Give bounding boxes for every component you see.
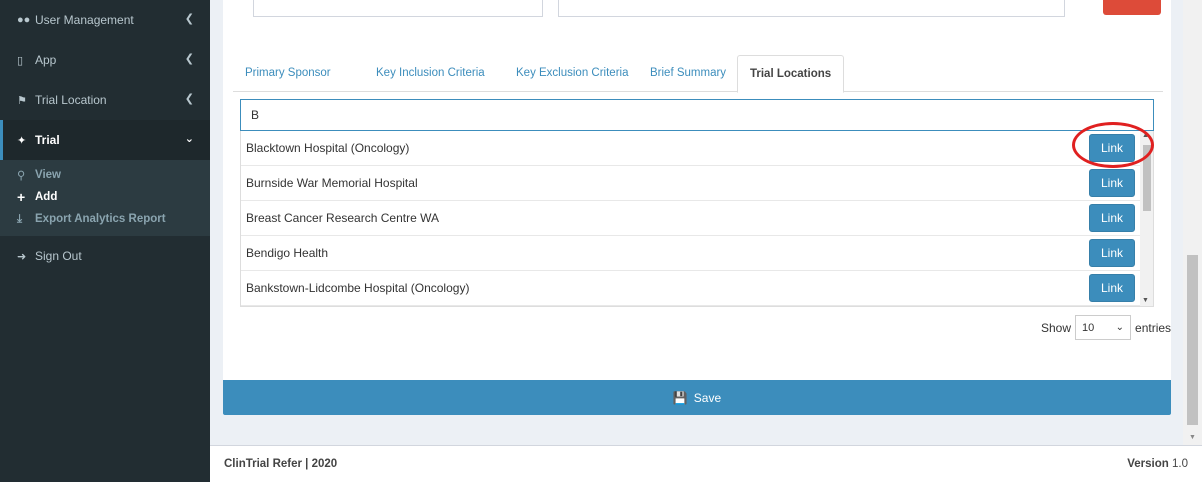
location-name: Breast Cancer Research Centre WA xyxy=(246,211,439,225)
mobile-icon: ▯ xyxy=(17,54,24,67)
link-button[interactable]: Link xyxy=(1089,204,1135,232)
save-label: Save xyxy=(693,390,722,405)
submenu-item-add[interactable]: + Add xyxy=(0,186,210,208)
scroll-up-icon[interactable]: ▲ xyxy=(1142,132,1149,139)
sidebar-item-user-management[interactable]: ●● User Management ❮ xyxy=(0,0,210,40)
tab-trial-locations[interactable]: Trial Locations xyxy=(737,55,845,93)
submenu-item-label: Add xyxy=(35,191,58,203)
download-icon: ⤓ xyxy=(17,212,23,225)
save-icon: 💾 xyxy=(672,390,688,405)
tab-key-inclusion-criteria[interactable]: Key Inclusion Criteria xyxy=(364,55,497,92)
chevron-left-icon: ❮ xyxy=(184,93,194,105)
entries-label: entries xyxy=(1135,320,1172,335)
list-item: Blacktown Hospital (Oncology) Link xyxy=(241,131,1153,166)
sidebar-item-app[interactable]: ▯ App ❮ xyxy=(0,40,210,80)
sign-out-icon: ➜ xyxy=(17,250,27,263)
submenu-item-label: Export Analytics Report xyxy=(35,213,166,225)
link-button[interactable]: Link xyxy=(1089,169,1135,197)
sidebar-item-label: Trial xyxy=(35,133,60,147)
chevron-down-icon: ⌄ xyxy=(184,133,194,145)
link-button[interactable]: Link xyxy=(1089,239,1135,267)
scroll-down-icon[interactable]: ▼ xyxy=(1142,297,1149,304)
list-item: Bankstown-Lidcombe Hospital (Oncology) L… xyxy=(241,271,1153,306)
version-label: Version xyxy=(1127,458,1169,470)
chevron-down-icon: ⌄ xyxy=(1115,322,1125,333)
sidebar-item-sign-out[interactable]: ➜ Sign Out xyxy=(0,236,210,276)
page-scroll-thumb[interactable] xyxy=(1187,255,1198,425)
link-button[interactable]: Link xyxy=(1089,134,1135,162)
entries-control: Show 10 ⌄ entries xyxy=(1041,315,1171,340)
chevron-left-icon: ❮ xyxy=(184,13,194,25)
trial-form-box: Primary Sponsor Key Inclusion Criteria K… xyxy=(223,0,1171,415)
submenu-item-label: View xyxy=(35,169,61,181)
version-info: Version 1.0 xyxy=(1127,458,1188,470)
list-item: Bendigo Health Link xyxy=(241,236,1153,271)
plus-icon: + xyxy=(17,189,26,205)
version-number: 1.0 xyxy=(1172,458,1188,470)
location-search-input[interactable] xyxy=(240,99,1154,131)
location-name: Bendigo Health xyxy=(246,246,329,260)
footer-copyright: ClinTrial Refer | 2020 xyxy=(224,458,338,470)
sidebar-item-label: User Management xyxy=(35,13,134,27)
tab-key-exclusion-criteria[interactable]: Key Exclusion Criteria xyxy=(504,55,640,92)
location-name: Bankstown-Lidcombe Hospital (Oncology) xyxy=(246,281,470,295)
tab-primary-sponsor[interactable]: Primary Sponsor xyxy=(233,55,343,92)
location-name: Burnside War Memorial Hospital xyxy=(246,176,418,190)
chevron-left-icon: ❮ xyxy=(184,53,194,65)
trial-submenu: ⚲ View + Add ⤓ Export Analytics Report xyxy=(0,160,210,236)
top-input-left[interactable] xyxy=(253,0,543,17)
location-name: Blacktown Hospital (Oncology) xyxy=(246,141,410,155)
sidebar-item-trial[interactable]: ✦ Trial ⌄ xyxy=(0,120,210,160)
location-icon: ⚑ xyxy=(17,94,27,107)
list-item: Breast Cancer Research Centre WA Link xyxy=(241,201,1153,236)
users-icon: ●● xyxy=(17,14,31,26)
sidebar-item-label: Trial Location xyxy=(35,93,107,107)
show-label: Show xyxy=(1041,320,1072,335)
scroll-down-icon[interactable]: ▼ xyxy=(1189,434,1196,441)
search-icon: ⚲ xyxy=(17,170,26,182)
sidebar: ●● User Management ❮ ▯ App ❮ ⚑ Trial Loc… xyxy=(0,0,210,482)
submenu-item-view[interactable]: ⚲ View xyxy=(0,164,210,186)
link-button[interactable]: Link xyxy=(1089,274,1135,302)
entries-select[interactable]: 10 ⌄ xyxy=(1075,315,1132,340)
list-scroll-thumb[interactable] xyxy=(1143,145,1151,211)
page-scrollbar[interactable]: ▼ xyxy=(1183,0,1202,445)
footer: ClinTrial Refer | 2020 Version 1.0 xyxy=(210,445,1202,482)
tab-bar: Primary Sponsor Key Inclusion Criteria K… xyxy=(233,55,1163,93)
list-scrollbar[interactable]: ▲ ▼ xyxy=(1140,131,1153,306)
top-danger-button[interactable] xyxy=(1103,0,1161,15)
top-input-right[interactable] xyxy=(558,0,1065,17)
sidebar-item-label: Sign Out xyxy=(35,249,82,263)
entries-value: 10 xyxy=(1082,321,1095,334)
save-button[interactable]: 💾 Save xyxy=(223,380,1171,415)
tab-brief-summary[interactable]: Brief Summary xyxy=(638,55,738,92)
list-item: Burnside War Memorial Hospital Link xyxy=(241,166,1153,201)
location-results-list: Blacktown Hospital (Oncology) Link Burns… xyxy=(240,131,1154,307)
sidebar-item-label: App xyxy=(35,53,57,67)
submenu-item-export-analytics-report[interactable]: ⤓ Export Analytics Report xyxy=(0,208,210,230)
magic-wand-icon: ✦ xyxy=(17,134,27,147)
main-content: Primary Sponsor Key Inclusion Criteria K… xyxy=(210,0,1183,445)
sidebar-item-trial-location[interactable]: ⚑ Trial Location ❮ xyxy=(0,80,210,120)
